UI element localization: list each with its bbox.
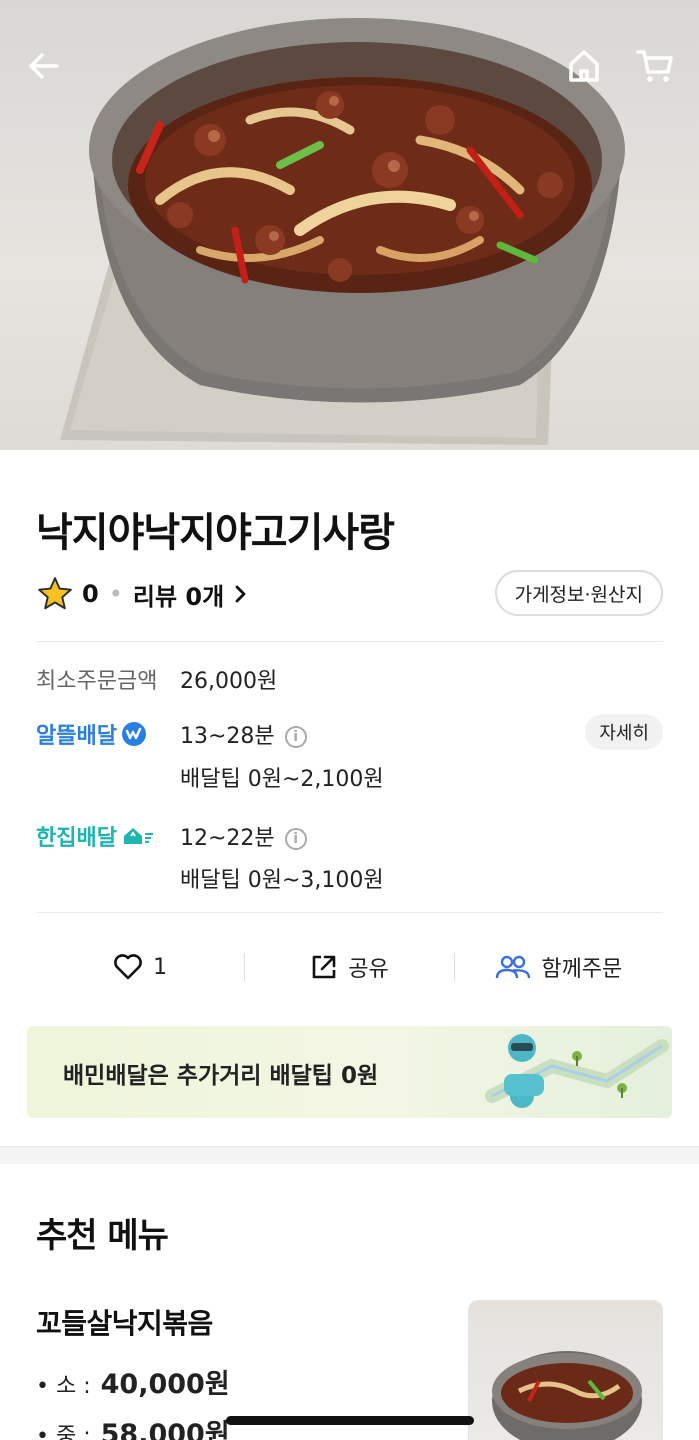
banner-text-rest: 은 추가거리 배달팁 0원 xyxy=(147,1063,379,1089)
hanjip-time-row: 12~22분 i xyxy=(180,820,307,852)
share-icon xyxy=(312,955,336,979)
section-separator xyxy=(0,1146,699,1164)
action-bar: 1 공유 함께주문 xyxy=(36,940,663,994)
reviews-link[interactable]: 리뷰 0개 xyxy=(133,577,248,612)
banner-text: 배민배달은 추가거리 배달팁 0원 xyxy=(63,1056,378,1090)
store-name: 낙지야낙지야고기사랑 xyxy=(36,510,395,556)
home-icon xyxy=(569,50,599,82)
hanjip-delivery-brand: 한집배달 xyxy=(36,820,155,852)
hanjip-delivery-time: 12~22분 xyxy=(180,826,275,851)
share-button[interactable]: 공유 xyxy=(245,951,453,983)
dish-thumbnail-photo xyxy=(492,1351,642,1440)
min-order-value: 26,000원 xyxy=(180,669,278,694)
group-order-button[interactable]: 함께주문 xyxy=(455,951,663,983)
price-value: 40,000원 xyxy=(100,1369,230,1400)
reviews-label: 리뷰 0개 xyxy=(132,582,225,611)
rider-illustration xyxy=(485,1034,669,1108)
info-icon[interactable]: i xyxy=(284,828,307,850)
alttle-badge-icon xyxy=(121,722,146,746)
store-hero-image xyxy=(0,0,699,450)
alttle-delivery-label: 알뜰배달 xyxy=(36,724,117,749)
recommended-title: 추천 메뉴 xyxy=(36,1216,169,1256)
alttle-delivery-tip: 배달팁 0원~2,100원 xyxy=(180,767,384,792)
home-indicator xyxy=(226,1416,474,1425)
info-icon[interactable]: i xyxy=(284,726,307,748)
divider xyxy=(36,641,663,642)
separator-dot: • xyxy=(108,580,123,608)
star-icon xyxy=(38,577,72,610)
store-info-button[interactable]: 가게정보·원산지 xyxy=(494,570,663,616)
price-value: 58,000원 xyxy=(100,1419,230,1440)
promo-banner[interactable]: 배민배달은 추가거리 배달팁 0원 xyxy=(27,1026,672,1118)
size-label: • 소 : xyxy=(36,1374,91,1399)
alttle-delivery-time: 13~28분 xyxy=(180,724,275,749)
share-label: 공유 xyxy=(348,957,389,982)
rating-row: 0 • 리뷰 0개 xyxy=(36,572,248,616)
heart-icon xyxy=(114,954,143,980)
group-users-icon xyxy=(496,955,531,979)
hanjip-delivery-tip: 배달팁 0원~3,100원 xyxy=(180,868,384,893)
back-button[interactable] xyxy=(22,44,66,88)
menu-item-thumbnail[interactable] xyxy=(468,1300,663,1440)
min-order-label: 최소주문금액 xyxy=(36,669,158,694)
alttle-time-row: 13~28분 i xyxy=(180,718,307,750)
home-button[interactable] xyxy=(562,44,606,88)
price-line-medium: • 중 : 58,000원 xyxy=(36,1412,230,1440)
size-label: • 중 : xyxy=(36,1424,91,1440)
cart-icon xyxy=(636,50,673,82)
group-order-label: 함께주문 xyxy=(541,957,623,982)
hanjip-house-icon xyxy=(123,828,153,844)
back-arrow-icon xyxy=(29,53,59,79)
price-line-small: • 소 : 40,000원 xyxy=(36,1362,230,1401)
details-button[interactable]: 자세히 xyxy=(585,714,663,750)
divider xyxy=(36,912,663,913)
alttle-delivery-brand: 알뜰배달 xyxy=(36,718,147,750)
cart-button[interactable] xyxy=(633,44,677,88)
banner-text-bold: 배민배달 xyxy=(63,1063,148,1089)
hanjip-delivery-label: 한집배달 xyxy=(36,826,117,851)
menu-item-name[interactable]: 꼬들살낙지볶음 xyxy=(36,1302,213,1342)
chevron-right-icon xyxy=(235,585,246,603)
like-button[interactable]: 1 xyxy=(36,953,244,981)
like-count: 1 xyxy=(153,954,168,980)
rating-value: 0 xyxy=(82,580,99,608)
